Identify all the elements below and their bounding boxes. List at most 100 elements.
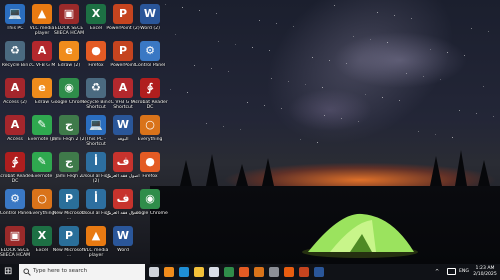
star (259, 20, 260, 21)
tree (478, 160, 490, 186)
search-icon (23, 268, 31, 276)
star (175, 34, 176, 35)
app-icon: ▣ (59, 4, 79, 24)
star (483, 86, 484, 87)
star (218, 41, 219, 42)
star (440, 79, 441, 80)
edge-icon[interactable] (179, 267, 189, 277)
star (269, 50, 270, 51)
app-icon: W (113, 226, 133, 246)
file-explorer-icon[interactable] (194, 267, 204, 277)
word-icon[interactable] (314, 267, 324, 277)
star (235, 44, 236, 45)
star (430, 49, 431, 50)
search-everything-icon[interactable] (284, 267, 294, 277)
star (187, 92, 188, 93)
task-view-icon[interactable] (149, 267, 159, 277)
star (170, 89, 171, 90)
star (406, 73, 407, 74)
desktop-icon[interactable]: ▲ VLC media player (81, 224, 111, 264)
app-icon: X (32, 226, 52, 246)
chrome-icon[interactable] (224, 267, 234, 277)
star (488, 31, 489, 32)
star (329, 60, 330, 61)
network-icon[interactable] (445, 264, 457, 280)
tray-overflow[interactable]: ^ (432, 264, 444, 280)
star (387, 42, 388, 43)
desktop-icon-label: Google Chrome (132, 211, 168, 216)
star (435, 134, 436, 135)
star (334, 5, 335, 6)
everything-icon[interactable] (254, 267, 264, 277)
star (423, 76, 424, 77)
star (293, 26, 294, 27)
star (264, 105, 265, 106)
app-icon: ▲ (86, 226, 106, 246)
app-icon: e (32, 78, 52, 98)
firefox-icon[interactable] (239, 267, 249, 277)
desktop-icon[interactable]: ▣ ELOCK SECE SIIECA HCAM (0, 224, 30, 264)
edraw-icon[interactable] (164, 267, 174, 277)
app-icon: ● (86, 41, 106, 61)
star (165, 4, 166, 5)
search-placeholder: Type here to search (33, 268, 88, 274)
star (353, 36, 354, 37)
app-icon: P (59, 226, 79, 246)
star (452, 137, 453, 138)
star (216, 13, 217, 14)
clock[interactable]: 1:23 AM 2/10/2025 (473, 264, 497, 280)
star (476, 113, 477, 114)
calculator-icon[interactable] (269, 267, 279, 277)
tree (430, 156, 442, 186)
star (370, 39, 371, 40)
star (317, 142, 318, 143)
language-indicator[interactable]: ENG (458, 264, 472, 280)
star (240, 129, 241, 130)
app-icon: P (113, 41, 133, 61)
app-icon: ♻ (86, 78, 106, 98)
desktop-icon[interactable]: W Word (108, 224, 138, 264)
tree (236, 164, 248, 186)
desktop-wallpaper: 💻 This PC ▲ VLC media player ▣ ELOCK SECE SII… (0, 0, 500, 264)
app-icon: ∳ (140, 78, 160, 98)
app-icon: 💻 (5, 4, 25, 24)
app-icon: ✎ (32, 115, 52, 135)
star (358, 121, 359, 122)
app-icon: ○ (32, 189, 52, 209)
desktop-icon-label: Everything (137, 137, 163, 142)
notifications-button[interactable] (496, 264, 500, 280)
app-icon: أ (86, 189, 106, 209)
search-box[interactable]: Type here to search (19, 264, 145, 280)
desktop-icon-label: Word (2) (140, 26, 160, 31)
app-icon: أ (86, 152, 106, 172)
star (206, 123, 207, 124)
app-icon: ج (59, 152, 79, 172)
desktop-icon-label: Firefox (142, 174, 158, 179)
star (305, 84, 306, 85)
star (182, 7, 183, 8)
star (194, 65, 195, 66)
star (382, 97, 383, 98)
star (300, 139, 301, 140)
powerpoint-icon[interactable] (299, 267, 309, 277)
app-icon: ∳ (5, 152, 25, 172)
star (459, 110, 460, 111)
app-icon: ▲ (32, 4, 52, 24)
star (411, 18, 412, 19)
windows-logo-icon: ⊞ (4, 266, 13, 277)
star (276, 23, 277, 24)
desktop-icon[interactable]: ◉ Google Chrome (132, 187, 168, 231)
desktop-icon-label: Control Panel (134, 63, 166, 68)
start-button[interactable]: ⊞ (0, 264, 18, 280)
star (211, 68, 212, 69)
app-icon: ◉ (59, 78, 79, 98)
tree (455, 150, 467, 186)
app-icon: ▣ (5, 226, 25, 246)
app-icon: ♻ (5, 41, 25, 61)
app-icon: X (86, 4, 106, 24)
app-icon: A (5, 115, 25, 135)
app-icon: ف (113, 189, 133, 209)
star (288, 81, 289, 82)
star (281, 108, 282, 109)
store-icon[interactable] (209, 267, 219, 277)
